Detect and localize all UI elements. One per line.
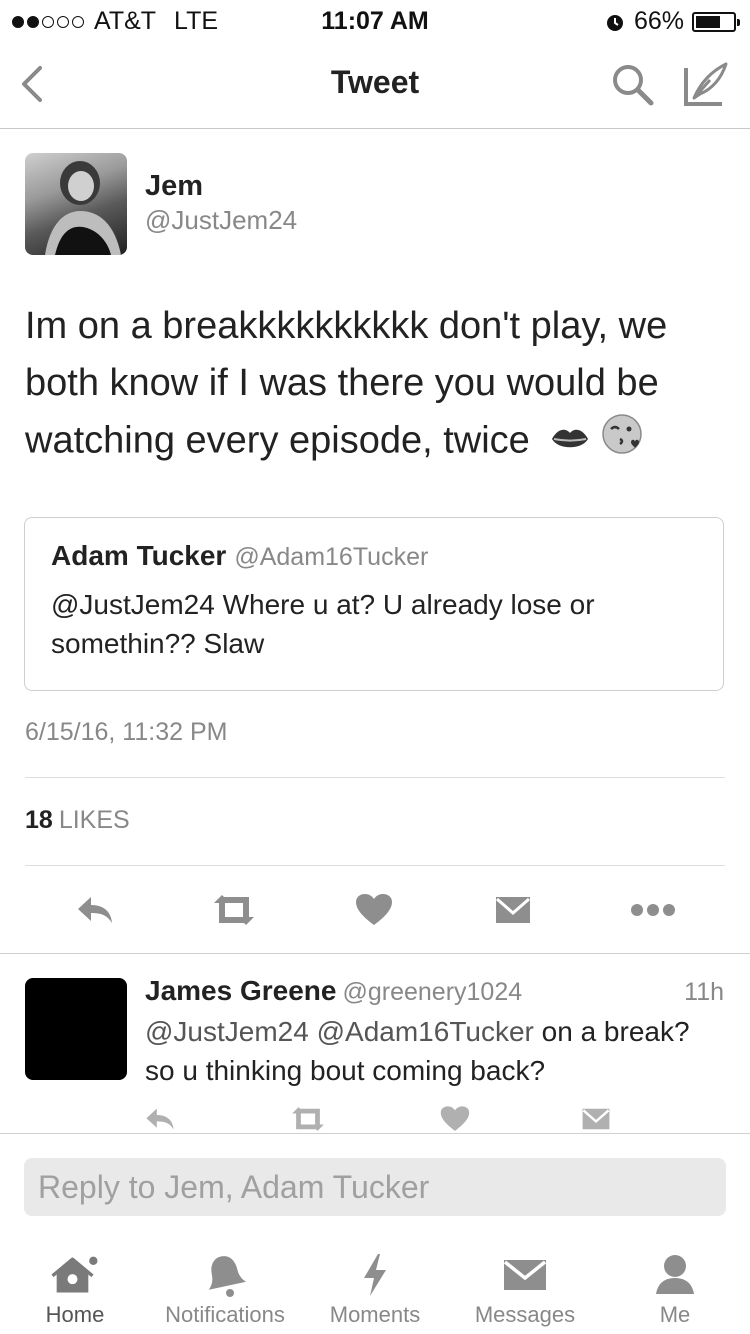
reply-author-name[interactable]: James Greene	[145, 975, 336, 1006]
tab-moments[interactable]: Moments	[300, 1240, 450, 1334]
tab-messages[interactable]: Messages	[450, 1240, 600, 1334]
face-blowing-kiss-icon	[601, 412, 645, 473]
nav-bar: Tweet	[0, 40, 750, 129]
person-icon	[656, 1255, 694, 1294]
compose-quill-icon	[684, 62, 728, 106]
tweet-text: Im on a breakkkkkkkkkk don't play, we bo…	[25, 298, 725, 473]
quoted-author-name: Adam Tucker	[51, 540, 227, 571]
mention-link[interactable]: @Adam16Tucker	[317, 1016, 534, 1047]
heart-icon	[440, 1106, 470, 1131]
reply-icon	[78, 897, 112, 923]
bell-icon	[208, 1256, 247, 1297]
reply-author-avatar[interactable]	[25, 978, 127, 1080]
reply-input[interactable]	[24, 1158, 726, 1216]
reply-author-handle[interactable]: @greenery1024	[342, 978, 522, 1006]
tab-home[interactable]: Home	[0, 1240, 150, 1334]
like-button[interactable]	[435, 1105, 475, 1133]
quoted-tweet-card[interactable]: Adam Tucker @Adam16Tucker @JustJem24 Wher…	[24, 517, 724, 691]
mention-link[interactable]: @JustJem24	[145, 1016, 309, 1047]
envelope-icon	[496, 897, 530, 923]
divider	[25, 777, 725, 778]
retweet-button[interactable]	[288, 1105, 328, 1133]
likes-count[interactable]: 18 LIKES	[25, 806, 130, 835]
envelope-icon	[582, 1108, 610, 1130]
heart-icon	[356, 894, 392, 925]
reply-actions	[0, 1105, 750, 1133]
more-dots-icon	[631, 904, 675, 916]
retweet-button[interactable]	[209, 885, 259, 935]
quoted-tweet-text: @JustJem24 Where u at? U already lose or…	[51, 589, 595, 659]
reply-time: 11h	[684, 978, 724, 1006]
battery-fill	[696, 15, 720, 28]
likes-number: 18	[25, 806, 53, 834]
battery-percent: 66%	[633, 7, 684, 35]
divider	[0, 1133, 750, 1134]
kiss-mark-icon	[550, 414, 590, 471]
tweet-timestamp: 6/15/16, 11:32 PM	[25, 718, 228, 746]
reply-icon	[146, 1108, 174, 1130]
tab-me[interactable]: Me	[600, 1240, 750, 1334]
search-icon	[613, 65, 654, 106]
envelope-icon	[503, 1260, 547, 1290]
status-bar: AT&T LTE 11:07 AM 66%	[0, 0, 750, 40]
reply-button[interactable]	[140, 1105, 180, 1133]
direct-message-button[interactable]	[576, 1105, 616, 1133]
like-button[interactable]	[349, 885, 399, 935]
tab-label: Notifications	[165, 1302, 285, 1327]
more-options-button[interactable]	[628, 885, 678, 935]
tab-notifications[interactable]: Notifications	[150, 1240, 300, 1334]
divider	[0, 953, 750, 954]
home-icon	[51, 1256, 98, 1293]
battery-icon	[692, 11, 740, 32]
author-name[interactable]: Jem	[145, 170, 203, 203]
tab-label: Me	[659, 1302, 691, 1327]
author-handle[interactable]: @JustJem24	[145, 205, 297, 236]
avatar-photo	[45, 161, 121, 255]
likes-label: LIKES	[58, 806, 130, 834]
quoted-author-handle: @Adam16Tucker	[234, 543, 429, 571]
reply-text: @JustJem24 @Adam16Tucker on a break? so …	[145, 1012, 725, 1090]
direct-message-button[interactable]	[488, 885, 538, 935]
retweet-icon	[214, 895, 254, 925]
lightning-icon	[364, 1254, 386, 1296]
reply-button[interactable]	[70, 885, 120, 935]
reply-input-container[interactable]	[24, 1158, 726, 1216]
tab-bar: Home Notifications Moments Messages Me	[0, 1240, 750, 1334]
divider	[25, 865, 725, 866]
author-avatar[interactable]	[25, 153, 127, 255]
retweet-icon	[292, 1107, 324, 1131]
tab-label: Home	[45, 1302, 105, 1327]
tab-label: Messages	[474, 1302, 576, 1327]
compose-button[interactable]	[680, 58, 732, 110]
search-button[interactable]	[607, 60, 657, 110]
tweet-actions	[0, 885, 750, 935]
tab-label: Moments	[329, 1302, 421, 1327]
alarm-icon	[606, 14, 623, 31]
